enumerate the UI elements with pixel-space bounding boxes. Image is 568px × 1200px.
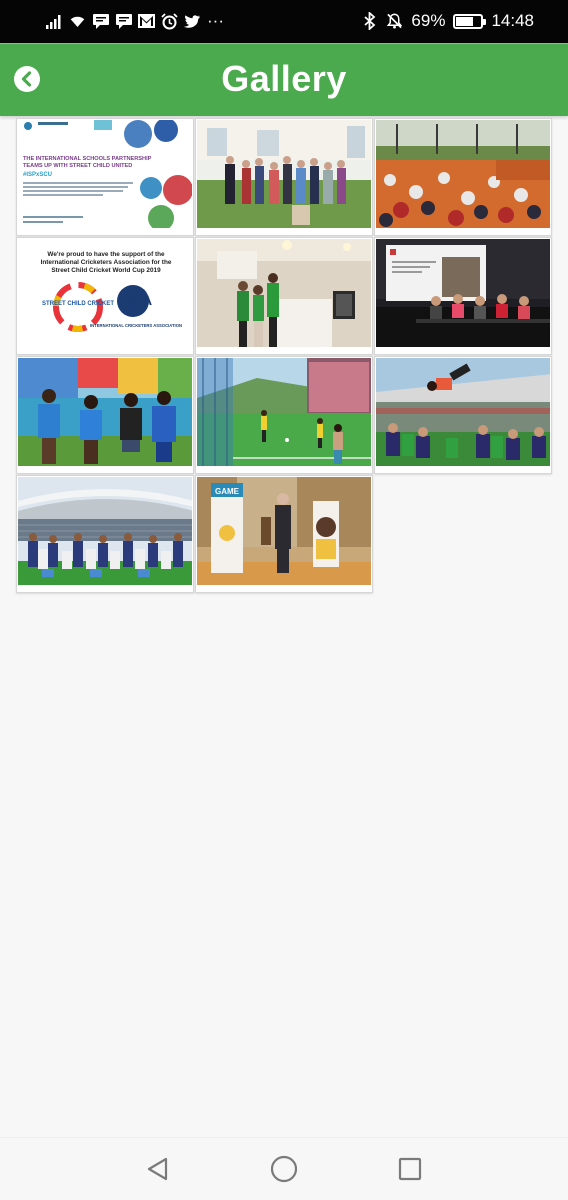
poster-hashtag: #ISPxSCU <box>23 172 52 178</box>
poster-line-1: We're proud to have the support of the <box>47 251 165 258</box>
notification-icons: ··· <box>46 10 224 32</box>
nav-recents-button[interactable] <box>395 1154 425 1184</box>
battery-percent: 69% <box>411 11 446 30</box>
gmail-icon <box>138 11 155 31</box>
message-icon <box>92 11 109 31</box>
alarm-icon <box>161 11 178 31</box>
gallery-item[interactable] <box>195 237 373 355</box>
banner-text: GAME <box>215 487 240 496</box>
mute-icon <box>386 11 403 31</box>
more-notifications-indicator: ··· <box>207 11 224 30</box>
system-status: 69% 14:48 <box>361 10 534 32</box>
gallery-thumbnail <box>18 477 192 585</box>
gallery-thumbnail: GAME <box>197 477 371 585</box>
gallery-item[interactable] <box>16 356 194 474</box>
poster-line-3: Street Child Cricket World Cup 2019 <box>51 267 161 274</box>
gallery-item[interactable]: GAME <box>195 475 373 593</box>
clock: 14:48 <box>491 11 534 30</box>
gallery-item[interactable] <box>374 237 552 355</box>
poster-heading-2: TEAMS UP WITH STREET CHILD UNITED <box>23 163 132 169</box>
gallery-item[interactable]: THE INTERNATIONAL SCHOOLS PARTNERSHIP TE… <box>16 118 194 236</box>
gallery-thumbnail <box>376 239 550 347</box>
bluetooth-icon <box>361 11 378 31</box>
square-recents-icon <box>398 1157 422 1181</box>
nav-home-button[interactable] <box>269 1154 299 1184</box>
gallery-thumbnail <box>376 120 550 228</box>
gallery-thumbnail <box>197 239 371 347</box>
status-bar: ··· 69% 14:48 <box>0 0 568 43</box>
ica-logo: ICA <box>128 292 152 308</box>
circle-home-icon <box>270 1155 298 1183</box>
twitter-icon <box>184 11 201 31</box>
gallery-thumbnail <box>18 358 192 466</box>
gallery-thumbnail <box>376 358 550 466</box>
signal-icon <box>46 11 63 31</box>
gallery-item[interactable] <box>195 356 373 474</box>
gallery-thumbnail: THE INTERNATIONAL SCHOOLS PARTNERSHIP TE… <box>18 120 192 228</box>
gallery-item[interactable]: We're proud to have the support of the I… <box>16 237 194 355</box>
ica-subtitle: INTERNATIONAL CRICKETERS ASSOCIATION <box>90 323 182 328</box>
nav-back-button[interactable] <box>143 1154 173 1184</box>
gallery-thumbnail <box>197 120 371 228</box>
poster-line-2: International Cricketers Association for… <box>41 259 172 266</box>
street-child-logo: STREET CHILD CRICKET <box>42 301 114 307</box>
message-icon <box>115 11 132 31</box>
poster-heading: THE INTERNATIONAL SCHOOLS PARTNERSHIP <box>23 156 152 162</box>
battery-level-fill <box>456 16 473 26</box>
wifi-icon <box>69 11 86 31</box>
gallery-thumbnail <box>197 358 371 466</box>
gallery-item[interactable] <box>195 118 373 236</box>
gallery-item[interactable] <box>16 475 194 593</box>
gallery-item[interactable] <box>374 118 552 236</box>
page-title: Gallery <box>221 58 347 99</box>
gallery-thumbnail: We're proud to have the support of the I… <box>18 239 192 347</box>
navigation-bar <box>0 1137 568 1200</box>
app-header: Gallery <box>0 43 568 116</box>
battery-icon <box>453 13 487 29</box>
triangle-back-icon <box>147 1157 168 1181</box>
gallery-item[interactable] <box>374 356 552 474</box>
